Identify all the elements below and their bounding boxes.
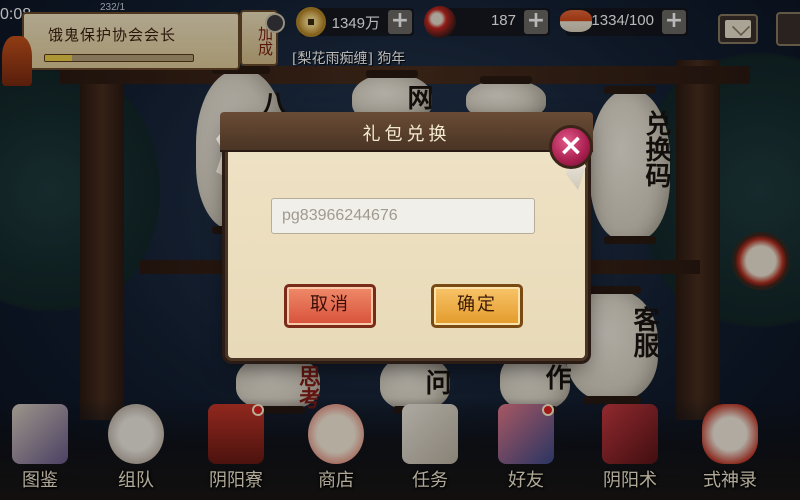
redeem-code-input[interactable] [271, 198, 535, 234]
cancel-button[interactable]: 取消 [284, 284, 376, 328]
confirm-button[interactable]: 确定 [431, 284, 523, 328]
close-dialog-button[interactable]: × [549, 125, 593, 169]
dialog-title: 礼包兑换 [362, 124, 451, 145]
dialog-header: 礼包兑换 [220, 112, 593, 152]
gift-redeem-dialog: 礼包兑换 [220, 112, 593, 358]
